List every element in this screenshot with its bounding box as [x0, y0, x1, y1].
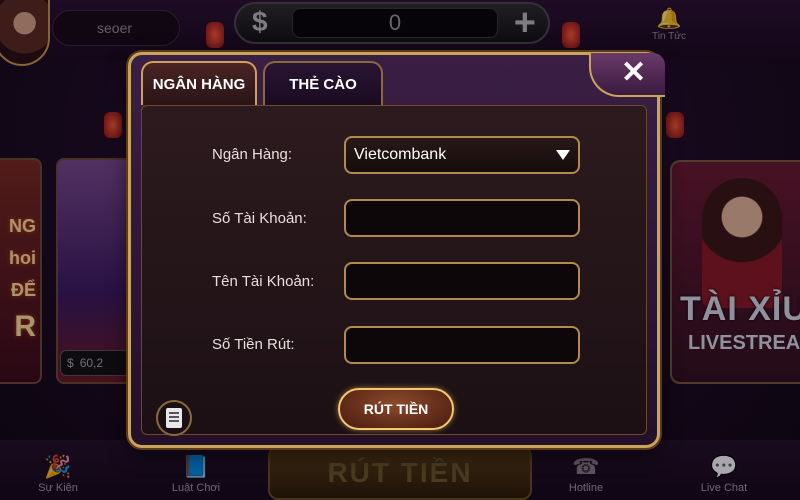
tab-bank[interactable]: NGÂN HÀNG — [141, 61, 257, 105]
tab-card[interactable]: THẺ CÀO — [263, 61, 383, 105]
bank-select[interactable]: Vietcombank — [344, 136, 580, 174]
account-number-input[interactable] — [344, 199, 580, 237]
close-icon: ✕ — [621, 56, 647, 89]
document-icon — [166, 408, 182, 428]
account-name-input[interactable] — [344, 262, 580, 300]
withdraw-submit-button[interactable]: RÚT TIỀN — [338, 388, 454, 430]
amount-label: Số Tiền Rút: — [212, 336, 295, 353]
bank-selected-value: Vietcombank — [354, 146, 447, 163]
account-name-label: Tên Tài Khoản: — [212, 273, 315, 290]
amount-input[interactable] — [344, 326, 580, 364]
bank-label: Ngân Hàng: — [212, 146, 293, 163]
history-button[interactable] — [156, 400, 192, 436]
close-button[interactable]: ✕ — [589, 53, 665, 97]
caret-down-icon — [556, 150, 570, 160]
modal-body: Ngân Hàng: Vietcombank Số Tài Khoản: Tên… — [141, 105, 647, 436]
withdraw-modal: NGÂN HÀNG THẺ CÀO ✕ Ngân Hàng: Vietcomba… — [128, 52, 665, 448]
account-number-label: Số Tài Khoản: — [212, 210, 307, 227]
